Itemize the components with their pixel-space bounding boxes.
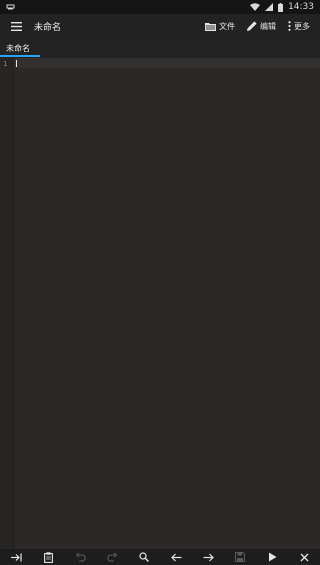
line-number: 1	[3, 60, 8, 68]
status-right: 14:33	[250, 2, 320, 12]
undo-icon	[75, 552, 86, 562]
line-number-gutter: 1	[0, 58, 14, 549]
redo-button[interactable]	[104, 549, 120, 565]
status-left	[0, 4, 15, 11]
tab-strip: 未命名	[0, 38, 320, 58]
tab-indent-button[interactable]	[8, 549, 24, 565]
active-tab-indicator	[0, 55, 40, 57]
folder-icon	[205, 22, 216, 31]
close-button[interactable]	[296, 549, 312, 565]
cursor-right-button[interactable]	[200, 549, 216, 565]
page-title: 未命名	[34, 22, 62, 33]
pencil-icon	[247, 21, 257, 31]
close-icon	[300, 553, 309, 562]
save-button[interactable]	[232, 549, 248, 565]
current-line-highlight	[14, 58, 320, 68]
battery-icon	[278, 2, 284, 12]
more-vert-icon	[288, 21, 291, 31]
edit-menu-label: 编辑	[260, 21, 276, 31]
app-bar-actions: 文件 编辑 更多	[205, 21, 320, 32]
more-menu-button[interactable]: 更多	[288, 21, 310, 32]
status-time: 14:33	[288, 2, 314, 12]
undo-button[interactable]	[72, 549, 88, 565]
bottom-toolbar	[0, 549, 320, 565]
tab-untitled[interactable]: 未命名	[0, 38, 40, 58]
clipboard-button[interactable]	[40, 549, 56, 565]
hamburger-menu-icon	[10, 21, 22, 31]
notification-icon	[6, 4, 15, 11]
cursor-left-button[interactable]	[168, 549, 184, 565]
hamburger-menu-button[interactable]	[4, 14, 28, 38]
save-icon	[235, 552, 245, 562]
text-editor[interactable]: 1	[0, 58, 320, 549]
app-bar: 未命名 文件 编辑 更多	[0, 14, 320, 38]
more-menu-label: 更多	[294, 21, 310, 31]
status-bar: 14:33	[0, 0, 320, 14]
run-button[interactable]	[264, 549, 280, 565]
tab-label: 未命名	[6, 43, 30, 53]
arrow-right-icon	[203, 553, 214, 562]
redo-icon	[106, 552, 118, 562]
wifi-icon	[250, 3, 261, 11]
file-menu-label: 文件	[219, 21, 235, 31]
text-cursor	[16, 60, 17, 67]
tab-indent-icon	[10, 553, 22, 562]
search-icon	[139, 552, 149, 562]
play-icon	[268, 552, 277, 562]
arrow-left-icon	[170, 553, 182, 562]
signal-icon	[265, 3, 274, 11]
search-button[interactable]	[136, 549, 152, 565]
file-menu-button[interactable]: 文件	[205, 21, 235, 32]
clipboard-icon	[43, 551, 53, 563]
edit-menu-button[interactable]: 编辑	[247, 21, 276, 32]
